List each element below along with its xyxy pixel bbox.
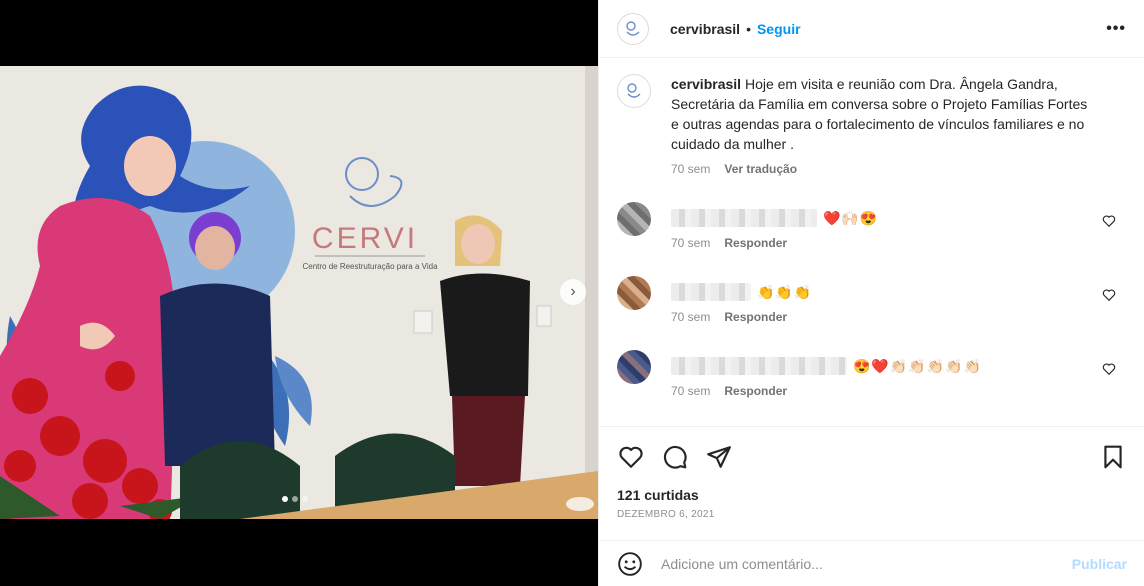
caption-body: cervibrasil Hoje em visita e reunião com… — [671, 74, 1091, 176]
post-actions: 121 curtidas DEZEMBRO 6, 2021 — [599, 426, 1144, 520]
post-side-panel: cervibrasil • Seguir ••• cervibrasil Hoj… — [598, 0, 1144, 586]
comment-item: ❤️🙌🏻😍 70 sem Responder — [617, 198, 1126, 272]
comment-text: ❤️🙌🏻😍 — [823, 209, 879, 226]
post-date: DEZEMBRO 6, 2021 — [617, 509, 715, 520]
carousel-dot — [302, 496, 308, 502]
post-caption: cervibrasil Hoje em visita e reunião com… — [599, 58, 1144, 176]
comment-bubble-icon — [663, 445, 687, 469]
comment-item: 👏👏👏 70 sem Responder — [617, 272, 1126, 346]
carousel-indicator — [282, 496, 308, 502]
commenter-username-blurred — [671, 357, 847, 375]
comment-button[interactable] — [661, 443, 689, 471]
carousel-dot — [282, 496, 288, 502]
commenter-avatar[interactable] — [617, 202, 651, 236]
more-options-icon[interactable]: ••• — [1106, 20, 1126, 38]
caption-avatar[interactable] — [617, 74, 651, 108]
reply-button[interactable]: Responder — [724, 236, 787, 250]
caption-username[interactable]: cervibrasil — [671, 76, 741, 92]
like-comment-heart-icon[interactable] — [1102, 288, 1116, 302]
caption-time: 70 sem — [671, 162, 711, 176]
post-dialog: CERVI Centro de Reestruturação para a Vi… — [0, 0, 1144, 586]
commenter-username-blurred — [671, 283, 751, 301]
action-icons — [617, 443, 1127, 471]
sign-brand-text: CERVI — [312, 222, 418, 255]
comment-time: 70 sem — [671, 236, 711, 250]
post-photo: CERVI Centro de Reestruturação para a Vi… — [0, 66, 598, 519]
like-comment-heart-icon[interactable] — [1102, 214, 1116, 228]
comment-input[interactable] — [661, 555, 1072, 572]
post-username[interactable]: cervibrasil — [670, 21, 740, 37]
header-separator: • — [746, 20, 751, 37]
emoji-icon[interactable] — [617, 551, 643, 577]
comment-time: 70 sem — [671, 310, 711, 324]
publish-button[interactable]: Publicar — [1072, 556, 1127, 572]
post-header: cervibrasil • Seguir ••• — [599, 0, 1144, 58]
comment-text: 😍❤️👏🏻👏🏻👏🏻👏🏻👏🏻 — [853, 357, 983, 374]
share-button[interactable] — [705, 443, 733, 471]
comment-item: 😍❤️👏🏻👏🏻👏🏻👏🏻👏🏻 70 sem Responder — [617, 346, 1126, 420]
follow-button[interactable]: Seguir — [757, 21, 801, 37]
send-icon — [707, 446, 731, 468]
likes-count[interactable]: 121 curtidas — [617, 487, 1127, 503]
heart-icon — [619, 446, 643, 468]
add-comment-bar: Publicar — [599, 540, 1144, 586]
like-button[interactable] — [617, 443, 645, 471]
profile-avatar[interactable] — [617, 12, 649, 45]
commenter-avatar[interactable] — [617, 350, 651, 384]
translate-link[interactable]: Ver tradução — [724, 162, 797, 176]
comment-text: 👏👏👏 — [757, 283, 813, 300]
bookmark-icon — [1104, 445, 1122, 469]
media-pane: CERVI Centro de Reestruturação para a Vi… — [0, 0, 598, 586]
save-button[interactable] — [1099, 443, 1127, 471]
commenter-avatar[interactable] — [617, 276, 651, 310]
cervi-logo-icon — [627, 83, 641, 98]
comment-list: ❤️🙌🏻😍 70 sem Responder 👏👏👏 70 sem Respon… — [599, 198, 1144, 420]
caption-text: cervibrasil Hoje em visita e reunião com… — [671, 74, 1091, 154]
sign-subtitle-text: Centro de Reestruturação para a Vida — [302, 262, 438, 271]
comment-time: 70 sem — [671, 384, 711, 398]
next-slide-button[interactable]: › — [560, 279, 586, 305]
like-comment-heart-icon[interactable] — [1102, 362, 1116, 376]
reply-button[interactable]: Responder — [724, 310, 787, 324]
reply-button[interactable]: Responder — [724, 384, 787, 398]
carousel-dot — [292, 496, 298, 502]
commenter-username-blurred — [671, 209, 817, 227]
caption-meta: 70 sem Ver tradução — [671, 162, 1091, 176]
cervi-logo-icon — [626, 20, 640, 36]
